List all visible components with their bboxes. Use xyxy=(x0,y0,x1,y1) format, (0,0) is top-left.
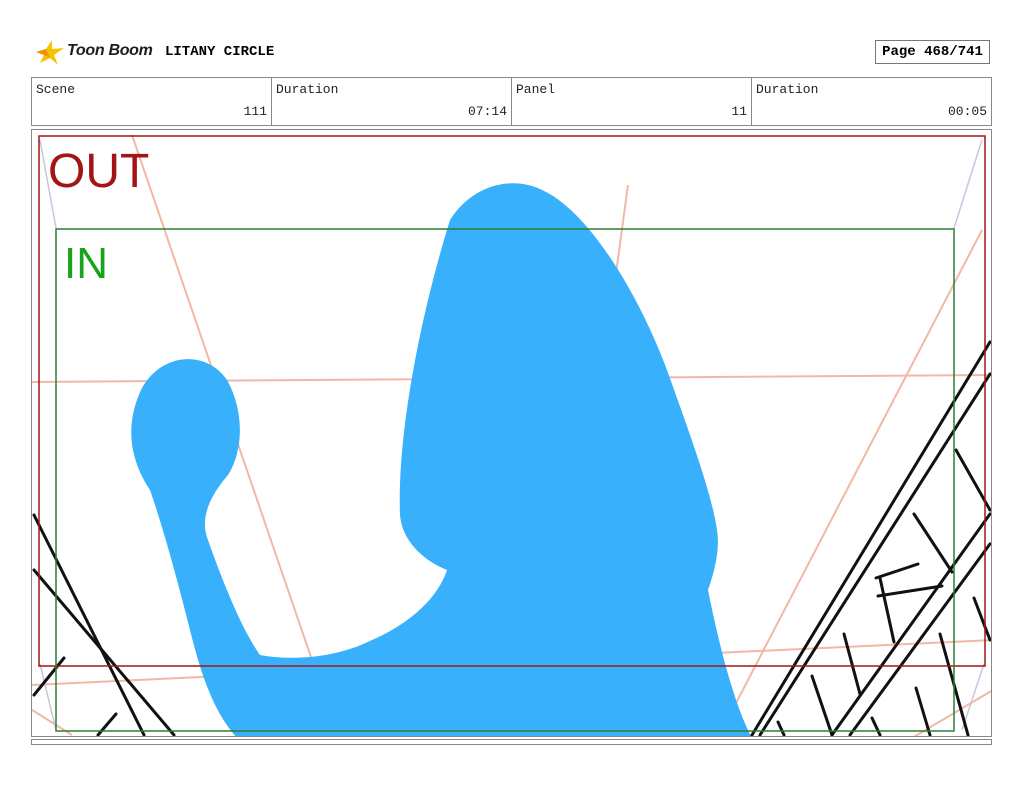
panel-drawing xyxy=(32,134,991,736)
toon-boom-star-icon xyxy=(36,40,64,65)
storyboard-header: Toon Boom LITANY CIRCLE Page 468/741 xyxy=(0,0,1024,76)
panel-info-row: Scene 111 Duration 07:14 Panel 11 Durati… xyxy=(31,77,992,126)
page-indicator: Page 468/741 xyxy=(875,40,990,64)
scene-duration-value: 07:14 xyxy=(467,104,507,119)
panel-duration-label: Duration xyxy=(756,82,819,97)
panel-footer-strip xyxy=(31,739,992,745)
panel-duration-cell: Duration 00:05 xyxy=(752,78,991,125)
in-frame-label: IN xyxy=(64,239,108,288)
panel-cell: Panel 11 xyxy=(512,78,752,125)
storyboard-panel[interactable]: OUT IN xyxy=(31,129,992,737)
logo-text: Toon Boom xyxy=(67,42,153,59)
scene-value: 111 xyxy=(243,104,267,119)
out-frame-label: OUT xyxy=(48,145,150,198)
toon-boom-logo: Toon Boom xyxy=(34,36,156,68)
panel-label: Panel xyxy=(516,82,556,97)
scene-label: Scene xyxy=(36,82,76,97)
panel-value: 11 xyxy=(731,104,747,119)
character-silhouette xyxy=(131,183,751,736)
project-title: LITANY CIRCLE xyxy=(165,44,275,60)
scene-cell: Scene 111 xyxy=(32,78,272,125)
scene-duration-cell: Duration 07:14 xyxy=(272,78,512,125)
scene-duration-label: Duration xyxy=(276,82,339,97)
panel-duration-value: 00:05 xyxy=(947,104,987,119)
